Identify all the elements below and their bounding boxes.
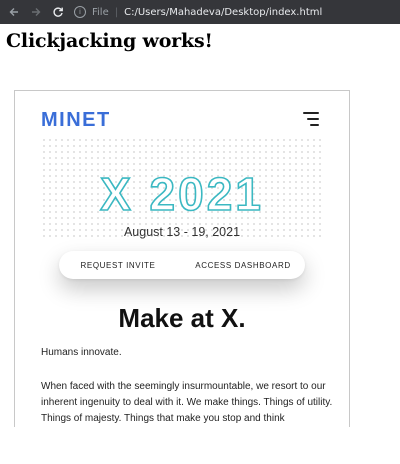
cta-button-group: REQUEST INVITE ACCESS DASHBOARD: [59, 251, 305, 279]
hero-title: X 2021: [99, 168, 264, 220]
address-bar[interactable]: i File | C:/Users/Mahadeva/Desktop/index…: [74, 2, 322, 22]
page-title: Clickjacking works!: [6, 30, 213, 52]
intro-paragraph: Humans innovate.: [41, 347, 122, 358]
url-scheme-label: File: [92, 6, 109, 18]
body-paragraph: When faced with the seemingly insurmount…: [41, 381, 333, 424]
request-invite-button[interactable]: REQUEST INVITE: [73, 251, 163, 279]
hamburger-menu-icon[interactable]: [303, 112, 319, 126]
minet-logo[interactable]: MINET: [41, 109, 111, 132]
url-path[interactable]: C:/Users/Mahadeva/Desktop/index.html: [124, 7, 322, 18]
url-separator: |: [114, 6, 119, 18]
access-dashboard-button[interactable]: ACCESS DASHBOARD: [187, 251, 299, 279]
info-icon[interactable]: i: [74, 6, 86, 18]
browser-toolbar: i File | C:/Users/Mahadeva/Desktop/index…: [0, 0, 400, 24]
reload-icon[interactable]: [48, 0, 68, 24]
forward-arrow-icon[interactable]: [26, 0, 46, 24]
section-title: Make at X.: [118, 303, 246, 333]
embedded-iframe[interactable]: MINET X 2021 August 13 - 19, 2021 REQUES…: [14, 90, 350, 427]
back-arrow-icon[interactable]: [4, 0, 24, 24]
event-date: August 13 - 19, 2021: [123, 225, 241, 239]
